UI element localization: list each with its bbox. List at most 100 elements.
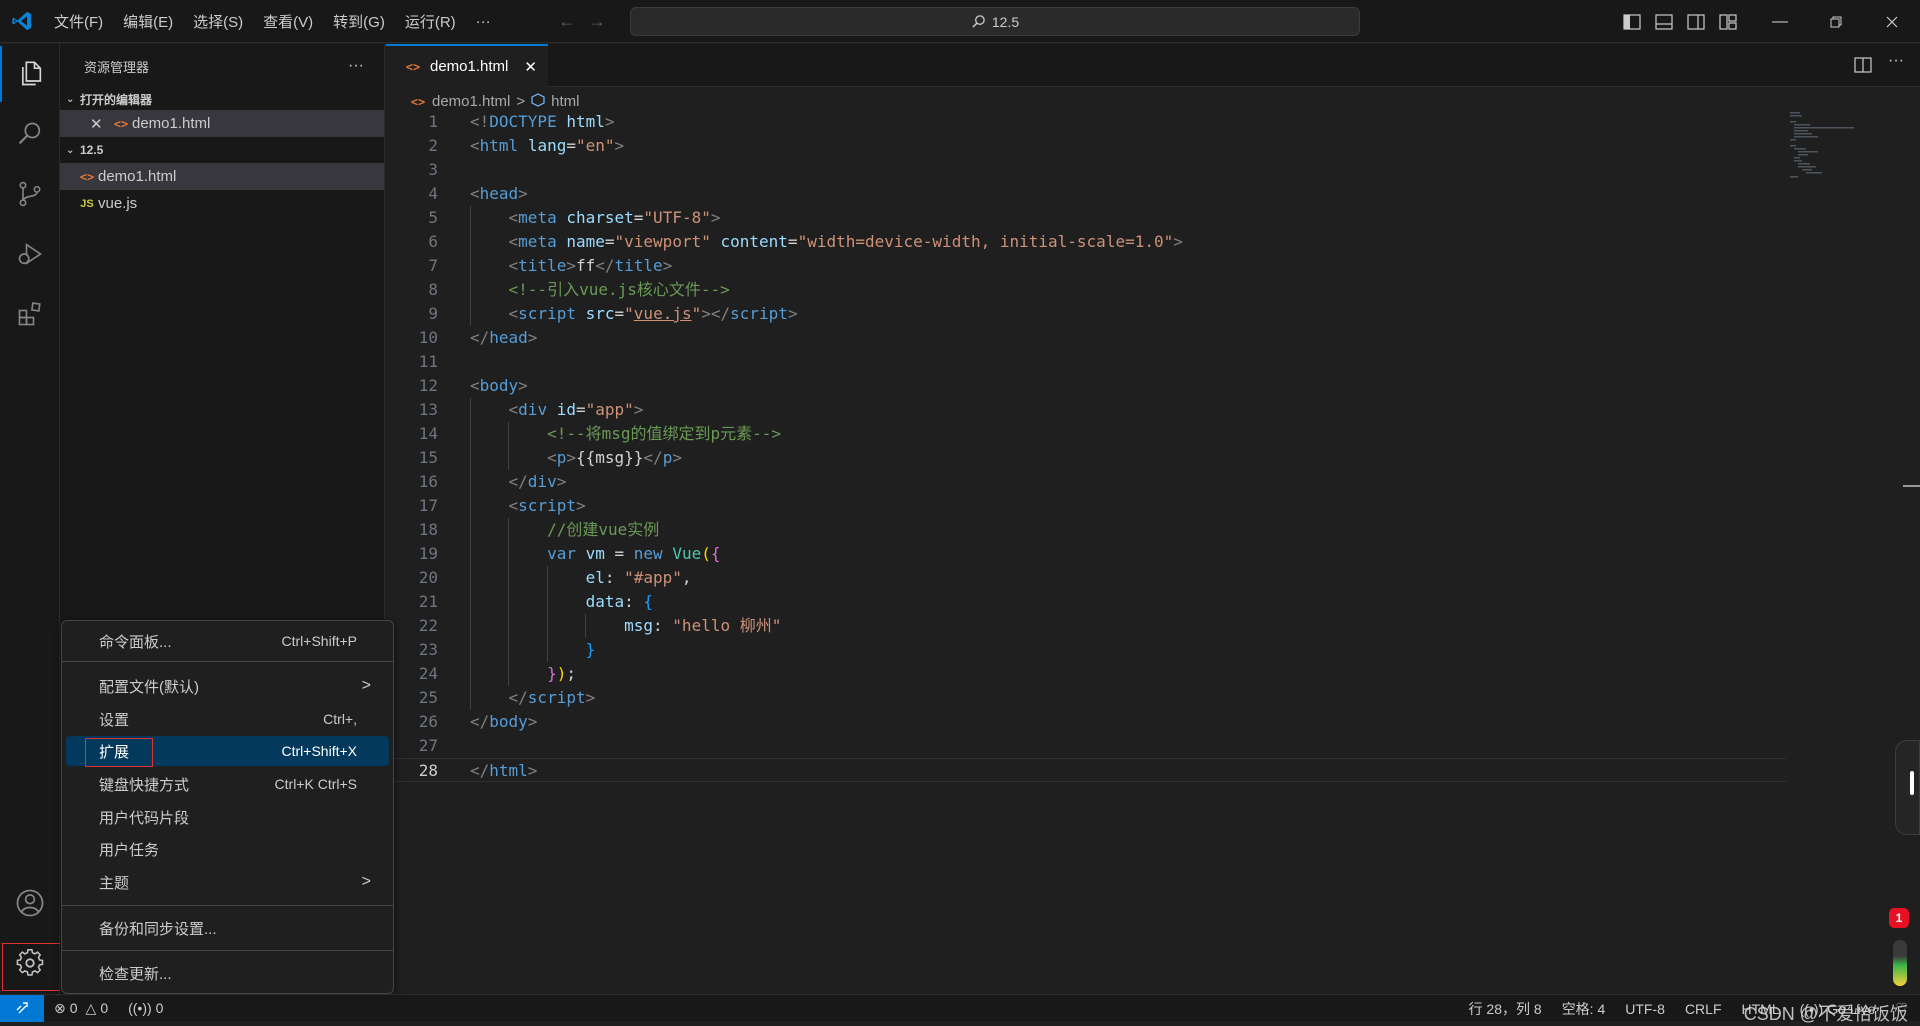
menu-edit[interactable]: 编辑(E)	[113, 0, 183, 43]
menu-view[interactable]: 查看(V)	[253, 0, 323, 43]
line-number: 11	[418, 352, 438, 371]
submenu-chevron-icon: >	[361, 873, 371, 890]
open-editors-title: 打开的编辑器	[80, 92, 153, 107]
code-text: data: {	[585, 592, 654, 611]
code-text: <head>	[470, 184, 528, 203]
command-center-search[interactable]: 12.5	[630, 7, 1360, 36]
watermark-text: CSDN @不爱恰饭饭	[1743, 1004, 1908, 1024]
code-line: 21 data: {	[386, 590, 1786, 614]
code-editor[interactable]: 1 <!DOCTYPE html> 2 <html lang="en"> 3 4 <head…	[386, 112, 1786, 795]
menu-item-themes[interactable]: 主题 >	[66, 867, 389, 897]
floating-side-handle[interactable]	[1895, 740, 1920, 835]
warning-icon: △	[85, 999, 97, 1016]
code-line: 25 </script>	[386, 686, 1786, 710]
code-line: 12 <body>	[386, 374, 1786, 398]
code-line: 22 msg: "hello 柳州"	[386, 614, 1786, 638]
menu-item-label: 主题	[99, 874, 130, 892]
ports-indicator[interactable]: ((•)) 0	[118, 1000, 173, 1016]
notification-badge[interactable]: 1	[1889, 908, 1909, 928]
tab-demo1-html[interactable]: <> demo1.html ✕	[386, 44, 548, 87]
search-view-icon[interactable]	[0, 106, 60, 162]
menu-separator	[62, 661, 393, 662]
minimize-icon[interactable]: —	[1752, 0, 1808, 43]
menu-item-profiles[interactable]: 配置文件(默认) >	[66, 671, 389, 701]
indentation[interactable]: 空格: 4	[1552, 999, 1616, 1019]
code-line: 17 <script>	[386, 494, 1786, 518]
code-line: 3	[386, 158, 1786, 182]
file-item-vuejs[interactable]: JS vue.js	[60, 190, 384, 217]
restore-icon[interactable]	[1808, 0, 1864, 43]
close-tab-icon[interactable]: ✕	[524, 58, 537, 76]
editor-scrollbar[interactable]	[1903, 88, 1920, 994]
remote-indicator-icon[interactable]	[0, 994, 44, 1022]
problems-indicator[interactable]: ⊗ 0 △ 0	[44, 1000, 118, 1017]
breadcrumb-symbol[interactable]: html	[551, 93, 579, 110]
side-widget-meter[interactable]	[1893, 940, 1907, 986]
back-arrow-icon[interactable]: ←	[552, 11, 582, 32]
code-text: <meta name="viewport" content="width=dev…	[508, 232, 1183, 251]
code-line: 20 el: "#app",	[386, 566, 1786, 590]
run-debug-icon[interactable]	[0, 226, 60, 282]
chevron-down-icon: ⌄	[66, 93, 75, 105]
code-text: el: "#app",	[585, 568, 692, 587]
open-editor-item[interactable]: ✕ <> demo1.html	[60, 110, 384, 137]
encoding[interactable]: UTF-8	[1615, 1001, 1675, 1017]
toggle-primary-sidebar-icon[interactable]	[1616, 0, 1648, 43]
annotation-highlight-gear	[2, 943, 64, 991]
code-text: //创建vue实例	[547, 520, 660, 539]
explorer-icon[interactable]	[0, 46, 60, 102]
split-editor-icon[interactable]	[1854, 56, 1872, 77]
line-number: 5	[428, 208, 438, 227]
forward-arrow-icon[interactable]: →	[582, 11, 612, 32]
menu-file[interactable]: 文件(F)	[44, 0, 113, 43]
open-editor-name: demo1.html	[132, 115, 211, 132]
code-line: 26 </body>	[386, 710, 1786, 734]
status-bar: ⊗ 0 △ 0 ((•)) 0 行 28，列 8 空格: 4 UTF-8 CRLF H…	[0, 994, 1920, 1022]
menu-item-user-snippets[interactable]: 用户代码片段	[66, 802, 389, 832]
menu-more[interactable]: ···	[466, 0, 501, 43]
close-editor-icon[interactable]: ✕	[90, 115, 110, 133]
html-file-icon: <>	[405, 59, 421, 74]
source-control-icon[interactable]	[0, 166, 60, 222]
title-bar: 文件(F) 编辑(E) 选择(S) 查看(V) 转到(G) 运行(R) ··· …	[0, 0, 1920, 43]
line-number: 8	[428, 280, 438, 299]
folder-section[interactable]: ⌄ 12.5	[60, 139, 384, 161]
code-text: <!--将msg的值绑定到p元素-->	[547, 424, 782, 443]
line-ending[interactable]: CRLF	[1675, 1001, 1732, 1017]
extensions-icon[interactable]	[0, 286, 60, 342]
menu-run[interactable]: 运行(R)	[395, 0, 466, 43]
menu-item-settings[interactable]: 设置 Ctrl+,	[66, 704, 389, 734]
annotation-highlight-extensions	[85, 738, 153, 767]
close-window-icon[interactable]	[1864, 0, 1920, 43]
error-icon: ⊗	[54, 999, 66, 1016]
more-actions-icon[interactable]: ···	[1888, 52, 1904, 70]
menu-item-user-tasks[interactable]: 用户任务	[66, 834, 389, 864]
menu-item-command-palette[interactable]: 命令面板... Ctrl+Shift+P	[66, 626, 389, 656]
manage-context-menu: 命令面板... Ctrl+Shift+P 配置文件(默认) > 设置 Ctrl+, 扩…	[61, 620, 394, 994]
menu-item-backup-sync[interactable]: 备份和同步设置...	[66, 913, 389, 943]
menu-selection[interactable]: 选择(S)	[183, 0, 253, 43]
open-editors-section[interactable]: ⌄ 打开的编辑器	[60, 88, 384, 110]
toggle-panel-icon[interactable]	[1648, 0, 1680, 43]
toggle-secondary-sidebar-icon[interactable]	[1680, 0, 1712, 43]
menu-item-label: 备份和同步设置...	[99, 920, 217, 938]
code-text: <!--引入vue.js核心文件-->	[508, 280, 730, 299]
accounts-icon[interactable]	[0, 875, 60, 931]
cursor-position[interactable]: 行 28，列 8	[1459, 999, 1552, 1019]
minimap[interactable]	[1786, 110, 1866, 180]
menu-item-label: 检查更新...	[99, 965, 172, 983]
code-line: 5 <meta charset="UTF-8">	[386, 206, 1786, 230]
folder-title: 12.5	[80, 143, 104, 157]
code-line: 9 <script src="vue.js"></script>	[386, 302, 1786, 326]
code-line: 2 <html lang="en">	[386, 134, 1786, 158]
menu-item-check-updates[interactable]: 检查更新...	[66, 958, 389, 988]
explorer-more-button[interactable]: ···	[348, 57, 364, 75]
menu-item-keyboard-shortcuts[interactable]: 键盘快捷方式 Ctrl+K Ctrl+S	[66, 769, 389, 799]
breadcrumb-file[interactable]: demo1.html	[432, 93, 510, 110]
customize-layout-icon[interactable]	[1712, 0, 1744, 43]
code-text: </body>	[470, 712, 538, 731]
file-item-demo1[interactable]: <> demo1.html	[60, 163, 384, 190]
menu-go[interactable]: 转到(G)	[323, 0, 395, 43]
code-text: <body>	[470, 376, 528, 395]
tab-label: demo1.html	[430, 58, 509, 75]
